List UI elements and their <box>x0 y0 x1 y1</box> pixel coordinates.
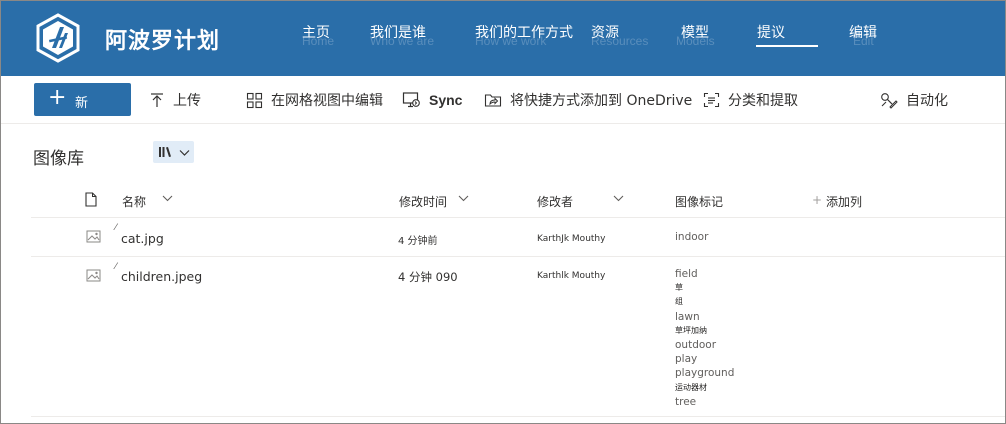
nav-item-how-we-work[interactable]: 我们的工作方式 <box>475 22 573 42</box>
plus-icon: + <box>48 85 67 110</box>
automate-icon <box>881 92 898 109</box>
image-tag: outdoor <box>675 339 717 352</box>
table-row[interactable]: ⁄ children.jpeg 4 分钟 090 Karthlk Mouthy … <box>31 257 1005 417</box>
nav-item-resources[interactable]: 资源 <box>591 22 619 42</box>
new-button-label: 新 <box>75 96 89 111</box>
library-view-icon <box>159 147 171 157</box>
image-file-icon <box>86 230 101 243</box>
image-tag: play <box>675 353 698 366</box>
image-tag: 草 <box>675 283 683 293</box>
modified-by-user[interactable]: Karthlk Mouthy <box>537 271 605 281</box>
add-shortcut-label: 将快捷方式添加到 OneDrive <box>510 93 693 109</box>
add-shortcut-button[interactable]: 将快捷方式添加到 OneDrive <box>484 90 692 110</box>
classify-and-extract-label: 分类和提取 <box>728 93 798 109</box>
column-header-image-tags[interactable]: 图像标记 <box>675 193 723 210</box>
chevron-down-icon <box>179 150 190 156</box>
file-name-link[interactable]: cat.jpg <box>121 231 164 246</box>
plus-icon: + <box>812 193 823 207</box>
modified-by-user[interactable]: KarthJk Mouthy <box>537 234 605 244</box>
column-header-row: 名称 修改时间 修改者 图像标记 + 添加列 <box>31 181 1005 218</box>
edit-in-grid-view-button[interactable]: 在网格视图中编辑 <box>246 90 383 110</box>
sync-icon <box>402 92 420 108</box>
site-header: 阿波罗计划 Home Who we are How we work Resour… <box>1 1 1005 76</box>
shortcut-icon <box>484 94 502 107</box>
view-switcher-button[interactable] <box>153 141 194 163</box>
image-tag: lawn <box>675 310 700 323</box>
image-tags-cell: indoor <box>675 230 708 244</box>
image-tag: tree <box>675 395 697 408</box>
automate-label: 自动化 <box>906 93 948 109</box>
loading-icon: ⁄ <box>115 262 117 272</box>
classify-and-extract-button[interactable]: 分类和提取 <box>703 90 798 110</box>
automate-button[interactable]: 自动化 <box>880 90 948 110</box>
sync-button[interactable]: Sync <box>402 90 462 110</box>
sync-label: Sync <box>429 92 463 108</box>
chevron-down-icon[interactable] <box>162 195 173 202</box>
image-tag: 草坪加纳 <box>675 325 707 335</box>
site-logo-icon[interactable] <box>35 13 81 63</box>
grid-icon <box>246 92 263 108</box>
image-tag: field <box>675 268 698 280</box>
sharepoint-window: 阿波罗计划 Home Who we are How we work Resour… <box>0 0 1006 424</box>
nav-item-home[interactable]: 主页 <box>302 22 330 42</box>
image-tag: playground <box>675 367 735 380</box>
add-column-button[interactable]: 添加列 <box>826 193 862 210</box>
new-button[interactable]: + 新 <box>34 83 131 116</box>
column-header-modified[interactable]: 修改时间 <box>399 193 447 210</box>
image-tag: 组 <box>675 297 683 307</box>
image-file-icon <box>86 269 101 282</box>
modified-time: 4 分钟 090 <box>398 270 458 284</box>
table-row[interactable]: ⁄ cat.jpg 4 分钟前 KarthJk Mouthy indoor <box>31 218 1005 257</box>
column-header-name[interactable]: 名称 <box>122 193 146 210</box>
edit-in-grid-view-label: 在网格视图中编辑 <box>271 93 383 109</box>
nav-item-edit[interactable]: 编辑 <box>849 22 877 42</box>
image-tag: indoor <box>675 231 709 243</box>
image-tag: 运动器材 <box>675 382 707 392</box>
library-title: 图像库 <box>33 149 84 169</box>
upload-button[interactable]: 上传 <box>149 90 201 110</box>
chevron-down-icon[interactable] <box>458 195 469 202</box>
upload-icon <box>151 93 163 107</box>
upload-label: 上传 <box>173 93 201 109</box>
active-nav-indicator <box>756 45 818 47</box>
file-type-icon[interactable] <box>85 192 97 207</box>
site-title[interactable]: 阿波罗计划 <box>105 23 220 55</box>
nav-item-proposals[interactable]: 提议 <box>757 22 785 42</box>
chevron-down-icon[interactable] <box>613 195 624 202</box>
file-name-link[interactable]: children.jpeg <box>121 269 202 284</box>
column-header-modified-by[interactable]: 修改者 <box>537 193 573 210</box>
modified-time: 4 分钟前 <box>398 236 438 247</box>
image-tags-cell: field 草 组 lawn 草坪加纳 outdoor play playgro… <box>675 267 734 409</box>
loading-icon: ⁄ <box>115 223 117 233</box>
nav-item-models[interactable]: 模型 <box>681 22 709 42</box>
nav-item-who-we-are[interactable]: 我们是谁 <box>370 22 426 42</box>
command-bar: + 新 上传 在网格视图中编辑 Sync 将快捷方式添加到 OneDrive 分… <box>1 76 1005 124</box>
classify-icon <box>703 92 720 108</box>
